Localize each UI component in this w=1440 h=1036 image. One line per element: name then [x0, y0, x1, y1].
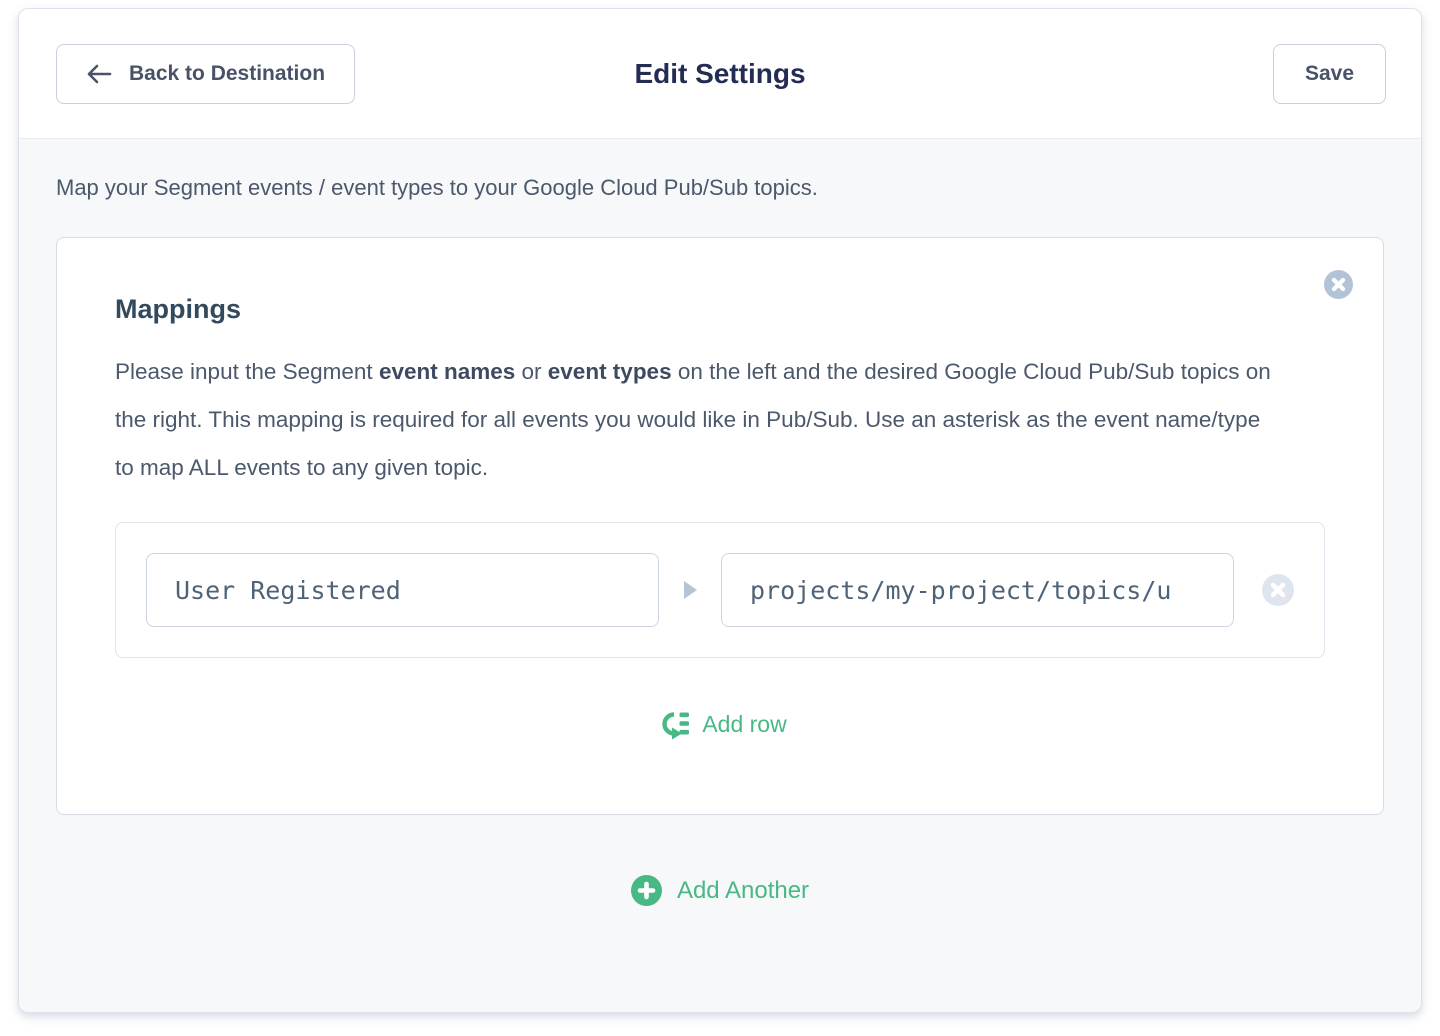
card-title: Mappings	[115, 294, 1325, 325]
arrow-left-icon	[86, 63, 112, 85]
desc-part: Please input the Segment	[115, 359, 379, 384]
add-another-button[interactable]: Add Another	[56, 875, 1384, 906]
remove-setting-button[interactable]	[1324, 270, 1353, 299]
header: Back to Destination Edit Settings Save	[19, 9, 1421, 139]
insert-row-arrow-icon	[653, 706, 689, 742]
desc-bold: event names	[379, 359, 515, 384]
edit-settings-panel: Back to Destination Edit Settings Save M…	[18, 8, 1422, 1013]
mappings-card: Mappings Please input the Segment event …	[56, 237, 1384, 815]
back-button-label: Back to Destination	[129, 62, 325, 86]
close-icon	[1262, 574, 1294, 606]
card-description: Please input the Segment event names or …	[115, 348, 1285, 492]
triangle-right-icon	[684, 581, 697, 599]
arrow-separator	[659, 581, 721, 599]
plus-circle-icon	[631, 875, 662, 906]
close-icon	[1324, 270, 1353, 299]
page-title: Edit Settings	[634, 58, 805, 90]
add-another-label: Add Another	[677, 877, 809, 905]
settings-body: Map your Segment events / event types to…	[19, 139, 1421, 1012]
event-name-input[interactable]	[146, 553, 659, 627]
desc-part: or	[515, 359, 548, 384]
add-row-label: Add row	[702, 711, 786, 738]
desc-bold: event types	[548, 359, 672, 384]
intro-text: Map your Segment events / event types to…	[56, 175, 1384, 201]
add-row-button[interactable]: Add row	[115, 706, 1325, 742]
topic-input[interactable]	[721, 553, 1234, 627]
remove-row-button[interactable]	[1262, 574, 1294, 606]
mapping-row	[115, 522, 1325, 658]
save-button[interactable]: Save	[1273, 44, 1386, 104]
back-button[interactable]: Back to Destination	[56, 44, 355, 104]
